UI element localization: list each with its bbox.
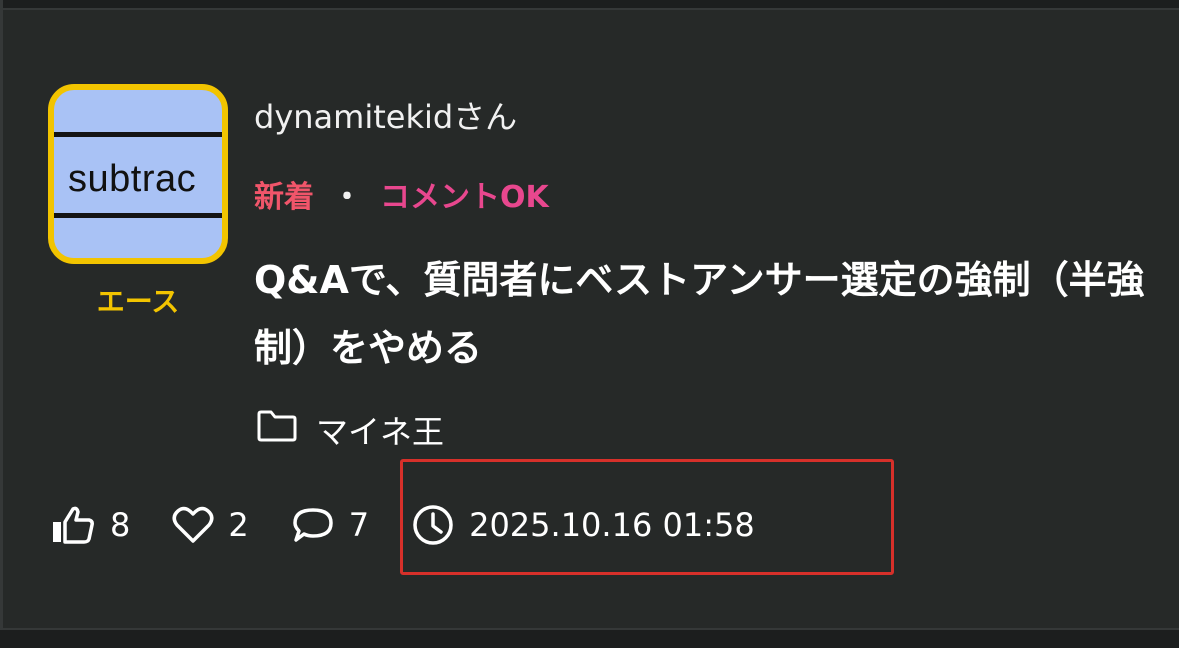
- comment-ok-tag: コメントOK: [380, 180, 549, 215]
- speech-bubble-icon: [291, 506, 335, 544]
- top-divider: [0, 0, 1179, 10]
- category-link[interactable]: マイネ王: [256, 405, 444, 455]
- post-title[interactable]: Q&Aで、質問者にベストアンサー選定の強制（半強制）をやめる: [254, 246, 1154, 382]
- post-tags: 新着・コメントOK: [254, 172, 549, 216]
- avatar[interactable]: subtrac: [48, 84, 228, 264]
- heart-icon: [172, 506, 214, 544]
- avatar-text: subtrac: [68, 158, 197, 200]
- thumbs-up-icon: [50, 505, 96, 545]
- bottom-divider: [0, 628, 1179, 648]
- category-label: マイネ王: [316, 413, 445, 451]
- user-rank-label: エース: [96, 285, 180, 318]
- left-divider: [0, 0, 3, 648]
- avatar-line: [54, 213, 222, 218]
- avatar-line: [54, 132, 222, 137]
- favorite-count: 2: [228, 506, 249, 544]
- like-count: 8: [110, 506, 131, 544]
- folder-icon: [256, 409, 298, 451]
- like-button[interactable]: 8: [50, 505, 130, 545]
- highlight-annotation: [400, 459, 894, 575]
- favorite-button[interactable]: 2: [172, 506, 249, 544]
- new-tag: 新着: [254, 180, 314, 215]
- username-link[interactable]: dynamitekidさん: [254, 92, 517, 138]
- tag-separator: ・: [332, 180, 362, 215]
- comment-button[interactable]: 7: [291, 506, 369, 544]
- comment-count: 7: [348, 506, 370, 544]
